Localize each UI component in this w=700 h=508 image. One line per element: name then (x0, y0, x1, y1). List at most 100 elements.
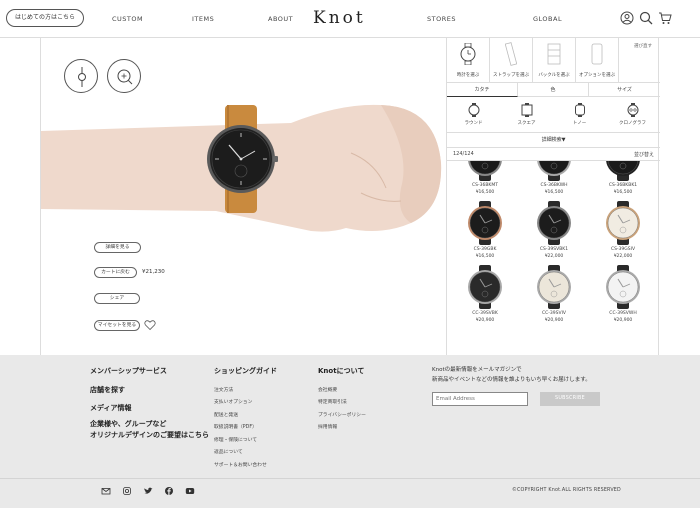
product-card[interactable]: CS-39GSIV ¥22,000 (593, 201, 653, 265)
tab-shape[interactable]: カタチ (447, 83, 518, 97)
site-logo[interactable]: Knot (313, 8, 366, 28)
shape-square[interactable]: スクエア (500, 101, 553, 131)
category-option[interactable]: オプションを選ぶ (576, 38, 619, 83)
watch-thumbnail (606, 265, 640, 309)
add-to-cart-button[interactable]: カートに戻む (94, 267, 137, 278)
watch-thumbnail (468, 161, 502, 181)
facebook-icon[interactable] (164, 486, 174, 496)
wrist-view-button[interactable] (64, 59, 98, 93)
product-price: ¥16,500 (613, 190, 633, 195)
cart-icon[interactable] (658, 11, 672, 25)
first-time-guide-button[interactable]: はじめての方はこちら (6, 9, 84, 27)
square-watch-icon (521, 103, 533, 117)
product-grid: CS-36BKMT ¥16,500 CS-36BKWH ¥16,500 CS-36BKB… (447, 161, 660, 355)
product-card[interactable]: CS-36BKMT ¥16,500 (455, 161, 515, 201)
shape-label: クロノグラフ (619, 121, 646, 126)
search-icon[interactable] (639, 11, 653, 25)
product-card[interactable]: CS-39SVBK1 ¥22,000 (524, 201, 584, 265)
category-buckle[interactable]: バックルを選ぶ (533, 38, 576, 83)
nav-global[interactable]: GLOBAL (533, 15, 562, 23)
newsletter-text: Knotの最新情報をメールマガジンで (432, 367, 522, 373)
footer-link[interactable]: サポート＆お問い合わせ (214, 461, 267, 468)
watch-thumbnail (468, 265, 502, 309)
tab-size[interactable]: サイズ (589, 83, 660, 97)
footer-link[interactable]: 返品について (214, 448, 243, 455)
watch-preview: 詳細を見る カートに戻む ¥21,230 シェア マイセットを見る (41, 38, 446, 355)
footer-link[interactable]: 会社概要 (318, 386, 337, 393)
product-price: ¥22,000 (544, 254, 564, 259)
category-label: ストラップを選ぶ (493, 73, 529, 78)
store-locator-link[interactable]: 店舗を探す (90, 385, 125, 395)
watch-thumbnail (606, 201, 640, 245)
shape-label: トノー (572, 121, 587, 126)
product-card[interactable]: CC-39SVWH ¥20,900 (593, 265, 653, 329)
footer-divider (0, 478, 700, 479)
product-card[interactable]: CC-39SVIV ¥20,900 (524, 265, 584, 329)
original-design-link[interactable]: オリジナルデザインのご要望はこちら (90, 430, 209, 441)
category-strap[interactable]: ストラップを選ぶ (490, 38, 533, 83)
site-footer: メンバーシップサービス 店舗を探す メディア情報 企業様や、グループなど オリジ… (0, 355, 700, 508)
nav-custom[interactable]: CUSTOM (112, 15, 143, 23)
shape-tonneau[interactable]: トノー (553, 101, 606, 131)
product-card[interactable]: CS-36BKBK1 ¥16,500 (593, 161, 653, 201)
shape-filter-row: ラウンド スクエア トノー クロノグラフ (447, 97, 660, 133)
footer-link[interactable]: 採用情報 (318, 423, 337, 430)
watch-thumbnail (468, 201, 502, 245)
wrist-watch-image (41, 104, 442, 232)
product-price: ¥22,000 (613, 254, 633, 259)
nav-about[interactable]: ABOUT (268, 15, 293, 23)
product-price: ¥16,500 (475, 190, 495, 195)
product-price: ¥20,900 (613, 318, 633, 323)
tab-color[interactable]: 色 (518, 83, 589, 97)
product-name: CS-39GSIV (610, 247, 636, 252)
twitter-icon[interactable] (143, 486, 153, 496)
shape-label: スクエア (517, 121, 536, 126)
account-icon[interactable] (620, 11, 634, 25)
shape-label: ラウンド (464, 121, 483, 126)
product-card[interactable]: CS-39GBK ¥16,500 (455, 201, 515, 265)
chronograph-watch-icon (627, 103, 639, 117)
result-count: 124/124 (453, 151, 474, 157)
my-set-button[interactable]: マイセットを見る (94, 320, 140, 331)
product-name: CC-39SVWH (609, 311, 637, 316)
footer-link[interactable]: 修理・保険について (214, 436, 257, 443)
watch-thumbnail (537, 161, 571, 181)
nav-items[interactable]: ITEMS (192, 15, 214, 23)
category-watch[interactable]: 時計を選ぶ (447, 38, 490, 83)
email-field[interactable] (432, 392, 528, 406)
mail-icon[interactable] (101, 486, 111, 496)
subscribe-button[interactable]: SUBSCRIBE (540, 392, 600, 406)
shape-round[interactable]: ラウンド (447, 101, 500, 131)
share-button[interactable]: シェア (94, 293, 140, 304)
footer-link[interactable]: 支払いオプション (214, 398, 252, 405)
footer-link[interactable]: プライバシーポリシー (318, 411, 366, 418)
membership-link[interactable]: メンバーシップサービス (90, 366, 167, 376)
footer-link[interactable]: 特定商取引法 (318, 398, 347, 405)
footer-link[interactable]: 注文方法 (214, 386, 233, 393)
watch-thumbnail (606, 161, 640, 181)
product-card[interactable]: CC-39SVBK ¥20,900 (455, 265, 515, 329)
option-box-icon (591, 43, 603, 65)
details-button[interactable]: 詳細を見る (94, 242, 141, 253)
product-card[interactable]: CS-36BKWH ¥16,500 (524, 161, 584, 201)
sort-dropdown[interactable]: 並び替え (634, 151, 654, 158)
product-name: CS-36BKMT (471, 183, 499, 188)
media-link[interactable]: メディア情報 (90, 403, 132, 413)
zoom-in-icon (117, 69, 133, 85)
copyright: ©COPYRIGHT Knot.ALL RIGHTS RESERVED (512, 488, 621, 493)
instagram-icon[interactable] (122, 486, 132, 496)
about-knot-title: Knotについて (318, 367, 365, 375)
product-name: CC-39SVIV (542, 311, 566, 316)
corporate-link[interactable]: 企業様や、グループなど (90, 419, 166, 430)
left-gutter (0, 38, 41, 355)
reset-link[interactable]: 選び直す (634, 43, 652, 49)
zoom-button[interactable] (107, 59, 141, 93)
heart-icon[interactable] (144, 319, 156, 331)
youtube-icon[interactable] (185, 486, 195, 496)
shape-chronograph[interactable]: クロノグラフ (606, 101, 659, 131)
nav-stores[interactable]: STORES (427, 15, 456, 23)
footer-link[interactable]: 配送と発送 (214, 411, 238, 418)
site-header: はじめての方はこちら CUSTOM ITEMS ABOUT Knot STORE… (0, 0, 700, 38)
detail-search-toggle[interactable]: 詳細検索▼ (447, 133, 660, 148)
footer-link[interactable]: 取扱説明書（PDF） (214, 423, 257, 430)
